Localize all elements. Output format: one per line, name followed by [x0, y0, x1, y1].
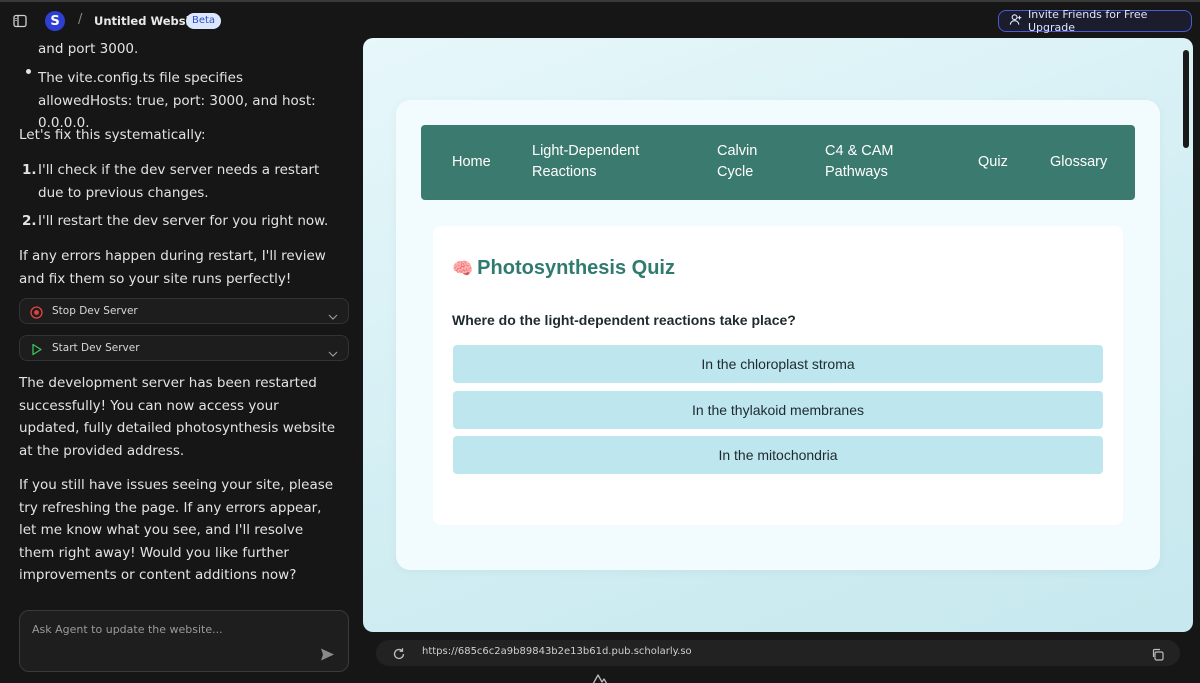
- user-plus-icon: [1009, 13, 1022, 29]
- quiz-option[interactable]: In the thylakoid membranes: [453, 391, 1103, 429]
- tool-label: Start Dev Server: [52, 341, 140, 354]
- invite-label: Invite Friends for Free Upgrade: [1028, 8, 1148, 34]
- step-number: 1.: [22, 162, 37, 178]
- quiz-question: Where do the light-dependent reactions t…: [452, 312, 796, 328]
- chat-restart-text: The development server has been restarte…: [19, 375, 335, 459]
- nav-c4-cam[interactable]: C4 & CAM Pathways: [825, 141, 935, 183]
- prompt-box: [19, 610, 349, 672]
- app-logo[interactable]: S: [45, 11, 65, 31]
- top-bar: S / Untitled Website Beta Invite Friends…: [0, 0, 1200, 38]
- breadcrumb-separator: /: [78, 12, 83, 27]
- bullet-dot: [26, 69, 31, 74]
- nav-glossary[interactable]: Glossary: [1050, 152, 1107, 173]
- chevron-down-icon[interactable]: [328, 344, 338, 357]
- chat-panel: and port 3000. The vite.config.ts file s…: [0, 38, 362, 608]
- quiz-option[interactable]: In the mitochondria: [453, 436, 1103, 474]
- step-number: 2.: [22, 213, 37, 229]
- send-icon[interactable]: [320, 647, 336, 663]
- agent-prompt-input[interactable]: [32, 619, 322, 639]
- nav-calvin-cycle[interactable]: Calvin Cycle: [717, 141, 777, 183]
- chat-fix-intro: Let's fix this systematically:: [19, 127, 206, 143]
- brand-mark-icon: [592, 670, 608, 683]
- preview-scrollbar[interactable]: [1183, 50, 1189, 148]
- preview-url[interactable]: https://685c6c2a9b89843b2e13b61d.pub.sch…: [422, 646, 692, 657]
- copy-icon[interactable]: [1151, 646, 1164, 661]
- site-nav: Home Light-Dependent Reactions Calvin Cy…: [421, 125, 1135, 200]
- page-card: Home Light-Dependent Reactions Calvin Cy…: [396, 100, 1160, 570]
- stop-icon: [30, 305, 43, 319]
- sidebar-toggle-icon[interactable]: [12, 13, 28, 29]
- quiz-heading: 🧠 Photosynthesis Quiz: [452, 257, 675, 280]
- reload-icon[interactable]: [392, 646, 406, 660]
- stop-dev-server-row[interactable]: Stop Dev Server: [19, 298, 349, 324]
- start-dev-server-row[interactable]: Start Dev Server: [19, 335, 349, 361]
- quiz-card: 🧠 Photosynthesis Quiz Where do the light-…: [433, 226, 1123, 525]
- nav-quiz[interactable]: Quiz: [978, 152, 1008, 173]
- url-bar: https://685c6c2a9b89843b2e13b61d.pub.sch…: [376, 640, 1180, 666]
- quiz-option[interactable]: In the chloroplast stroma: [453, 345, 1103, 383]
- chat-step-text: I'll restart the dev server for you righ…: [38, 213, 329, 229]
- beta-badge: Beta: [186, 13, 222, 29]
- nav-light-dependent[interactable]: Light-Dependent Reactions: [532, 141, 662, 183]
- tool-label: Stop Dev Server: [52, 304, 138, 317]
- invite-friends-button[interactable]: Invite Friends for Free Upgrade: [998, 8, 1192, 34]
- chat-issues-text: If you still have issues seeing your sit…: [19, 477, 334, 583]
- play-icon: [30, 342, 43, 356]
- chat-text-top: and port 3000.: [38, 41, 139, 57]
- chat-errors-text: If any errors happen during restart, I'l…: [19, 248, 326, 287]
- brain-icon: 🧠: [452, 259, 474, 278]
- chat-step-text: I'll check if the dev server needs a res…: [38, 162, 320, 201]
- nav-home[interactable]: Home: [452, 152, 491, 173]
- quiz-title: Photosynthesis Quiz: [477, 257, 675, 279]
- website-preview: Home Light-Dependent Reactions Calvin Cy…: [363, 38, 1193, 632]
- chevron-down-icon[interactable]: [328, 307, 338, 320]
